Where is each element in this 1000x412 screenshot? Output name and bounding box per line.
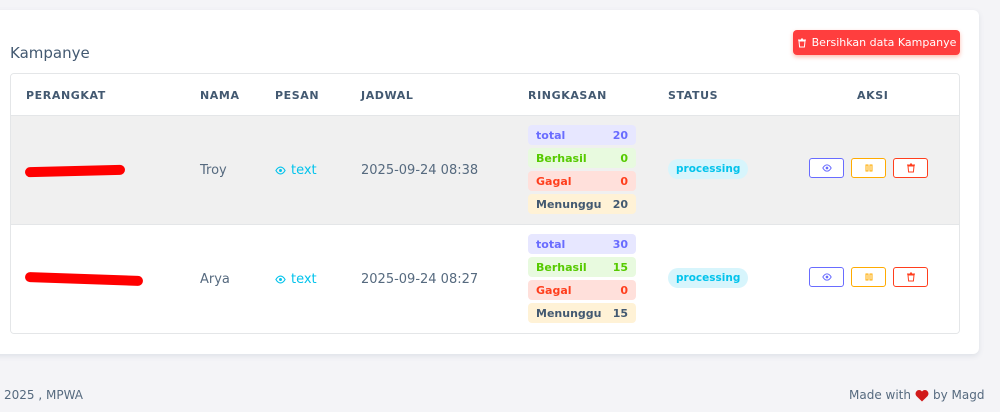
- campaign-card: Kampanye Bersihkan data Kampanye PERANGK…: [0, 10, 979, 354]
- trash-icon: [797, 38, 806, 47]
- card-title: Kampanye: [10, 44, 90, 62]
- header-name: NAMA: [200, 89, 240, 102]
- clear-button-label: Bersihkan data Kampanye: [811, 36, 957, 49]
- clear-campaign-data-button[interactable]: Bersihkan data Kampanye: [793, 30, 960, 55]
- view-button[interactable]: [809, 158, 844, 178]
- redacted-device-number: [24, 271, 144, 287]
- delete-button[interactable]: [893, 267, 928, 287]
- message-link[interactable]: text: [275, 163, 317, 178]
- by-author-text: by Magd: [932, 388, 985, 402]
- row-schedule: 2025-09-24 08:38: [361, 163, 479, 178]
- campaign-table: PERANGKAT NAMA PESAN JADWAL RINGKASAN ST…: [10, 73, 960, 334]
- header-message: PESAN: [275, 89, 320, 102]
- header-actions: AKSI: [857, 89, 889, 102]
- table-row: Arya text 2025-09-24 08:27 total 30 Berha…: [11, 225, 959, 333]
- summary-waiting: Menunggu 15: [528, 303, 636, 323]
- summary-failed: Gagal 0: [528, 171, 636, 191]
- table-header: PERANGKAT NAMA PESAN JADWAL RINGKASAN ST…: [11, 74, 959, 116]
- delete-button[interactable]: [893, 158, 928, 178]
- header-device: PERANGKAT: [26, 89, 106, 102]
- view-button[interactable]: [809, 267, 844, 287]
- summary-block: total 20 Berhasil 0 Gagal 0 Menunggu 20: [528, 125, 636, 217]
- message-link[interactable]: text: [275, 272, 317, 287]
- message-link-label: text: [291, 163, 317, 178]
- summary-total: total 20: [528, 125, 636, 145]
- summary-waiting: Menunggu 20: [528, 194, 636, 214]
- summary-success: Berhasil 0: [528, 148, 636, 168]
- row-name: Arya: [200, 272, 230, 287]
- row-actions: [809, 267, 928, 287]
- eye-icon: [821, 164, 832, 172]
- table-row: Troy text 2025-09-24 08:38 total 20 Berha…: [11, 116, 959, 225]
- eye-icon: [275, 275, 286, 284]
- footer-copyright: 2025 , MPWA: [4, 388, 83, 402]
- eye-icon: [821, 273, 832, 281]
- status-badge: processing: [668, 268, 749, 288]
- header-summary: RINGKASAN: [528, 89, 607, 102]
- summary-total: total 30: [528, 234, 636, 254]
- pause-button[interactable]: [851, 267, 886, 287]
- summary-success: Berhasil 15: [528, 257, 636, 277]
- header-status: STATUS: [668, 89, 719, 102]
- trash-icon: [906, 163, 915, 173]
- redacted-device-number: [24, 164, 126, 178]
- message-link-label: text: [291, 272, 317, 287]
- status-badge: processing: [668, 159, 749, 179]
- row-schedule: 2025-09-24 08:27: [361, 272, 479, 287]
- trash-icon: [906, 272, 915, 282]
- pause-icon: [865, 273, 872, 281]
- heart-icon: [915, 389, 929, 401]
- row-name: Troy: [200, 163, 227, 178]
- summary-failed: Gagal 0: [528, 280, 636, 300]
- row-actions: [809, 158, 928, 178]
- summary-block: total 30 Berhasil 15 Gagal 0 Menunggu 15: [528, 234, 636, 326]
- pause-icon: [865, 164, 872, 172]
- footer-credit: Made with by Magd: [849, 388, 984, 402]
- pause-button[interactable]: [851, 158, 886, 178]
- made-with-text: Made with: [849, 388, 911, 402]
- header-schedule: JADWAL: [361, 89, 414, 102]
- eye-icon: [275, 166, 286, 175]
